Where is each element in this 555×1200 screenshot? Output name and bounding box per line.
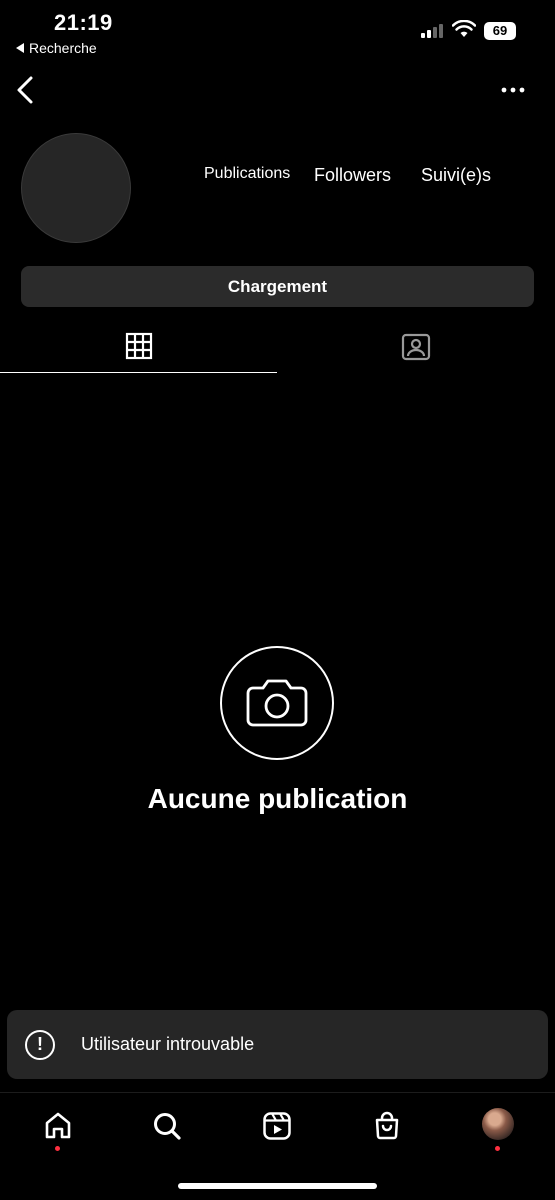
status-time: 21:19 <box>54 10 113 35</box>
battery-indicator: 69 <box>484 22 516 40</box>
followers-stat[interactable]: Followers <box>314 165 391 186</box>
exclamation-circle-icon: ! <box>25 1029 55 1060</box>
toast-message: Utilisateur introuvable <box>81 1034 255 1054</box>
nav-home[interactable] <box>40 1108 76 1144</box>
search-icon <box>154 1113 181 1140</box>
active-tab-indicator <box>0 372 277 373</box>
more-options-icon[interactable] <box>500 80 526 100</box>
nav-reels[interactable] <box>259 1108 295 1144</box>
home-notification-dot <box>55 1146 60 1151</box>
camera-icon <box>246 679 308 727</box>
empty-state-title: Aucune publication <box>147 783 408 814</box>
reels-icon <box>263 1112 291 1140</box>
nav-shop[interactable] <box>369 1108 405 1144</box>
empty-state-camera-circle <box>220 646 334 760</box>
cellular-signal-icon <box>421 24 443 38</box>
bottom-nav-divider <box>0 1092 555 1093</box>
back-chevron-icon[interactable] <box>12 74 40 106</box>
back-to-app-link[interactable]: Recherche <box>16 40 97 56</box>
profile-avatar-placeholder[interactable] <box>21 133 131 243</box>
grid-icon <box>125 332 152 360</box>
shop-icon <box>375 1111 399 1140</box>
home-indicator[interactable] <box>178 1183 377 1189</box>
error-toast: ! Utilisateur introuvable <box>7 1010 548 1079</box>
back-to-app-label: Recherche <box>29 40 97 56</box>
following-stat[interactable]: Suivi(e)s <box>421 165 491 186</box>
profile-notification-dot <box>495 1146 500 1151</box>
tab-tagged[interactable] <box>277 320 555 373</box>
person-tag-icon <box>401 333 431 361</box>
home-icon <box>45 1112 71 1139</box>
nav-search[interactable] <box>149 1108 185 1144</box>
back-triangle-icon <box>16 43 24 53</box>
nav-profile-avatar[interactable] <box>482 1108 514 1140</box>
publications-stat[interactable]: Publications <box>204 165 290 183</box>
loading-button[interactable]: Chargement <box>21 266 534 307</box>
wifi-icon <box>452 20 476 37</box>
tab-grid[interactable] <box>0 320 277 373</box>
